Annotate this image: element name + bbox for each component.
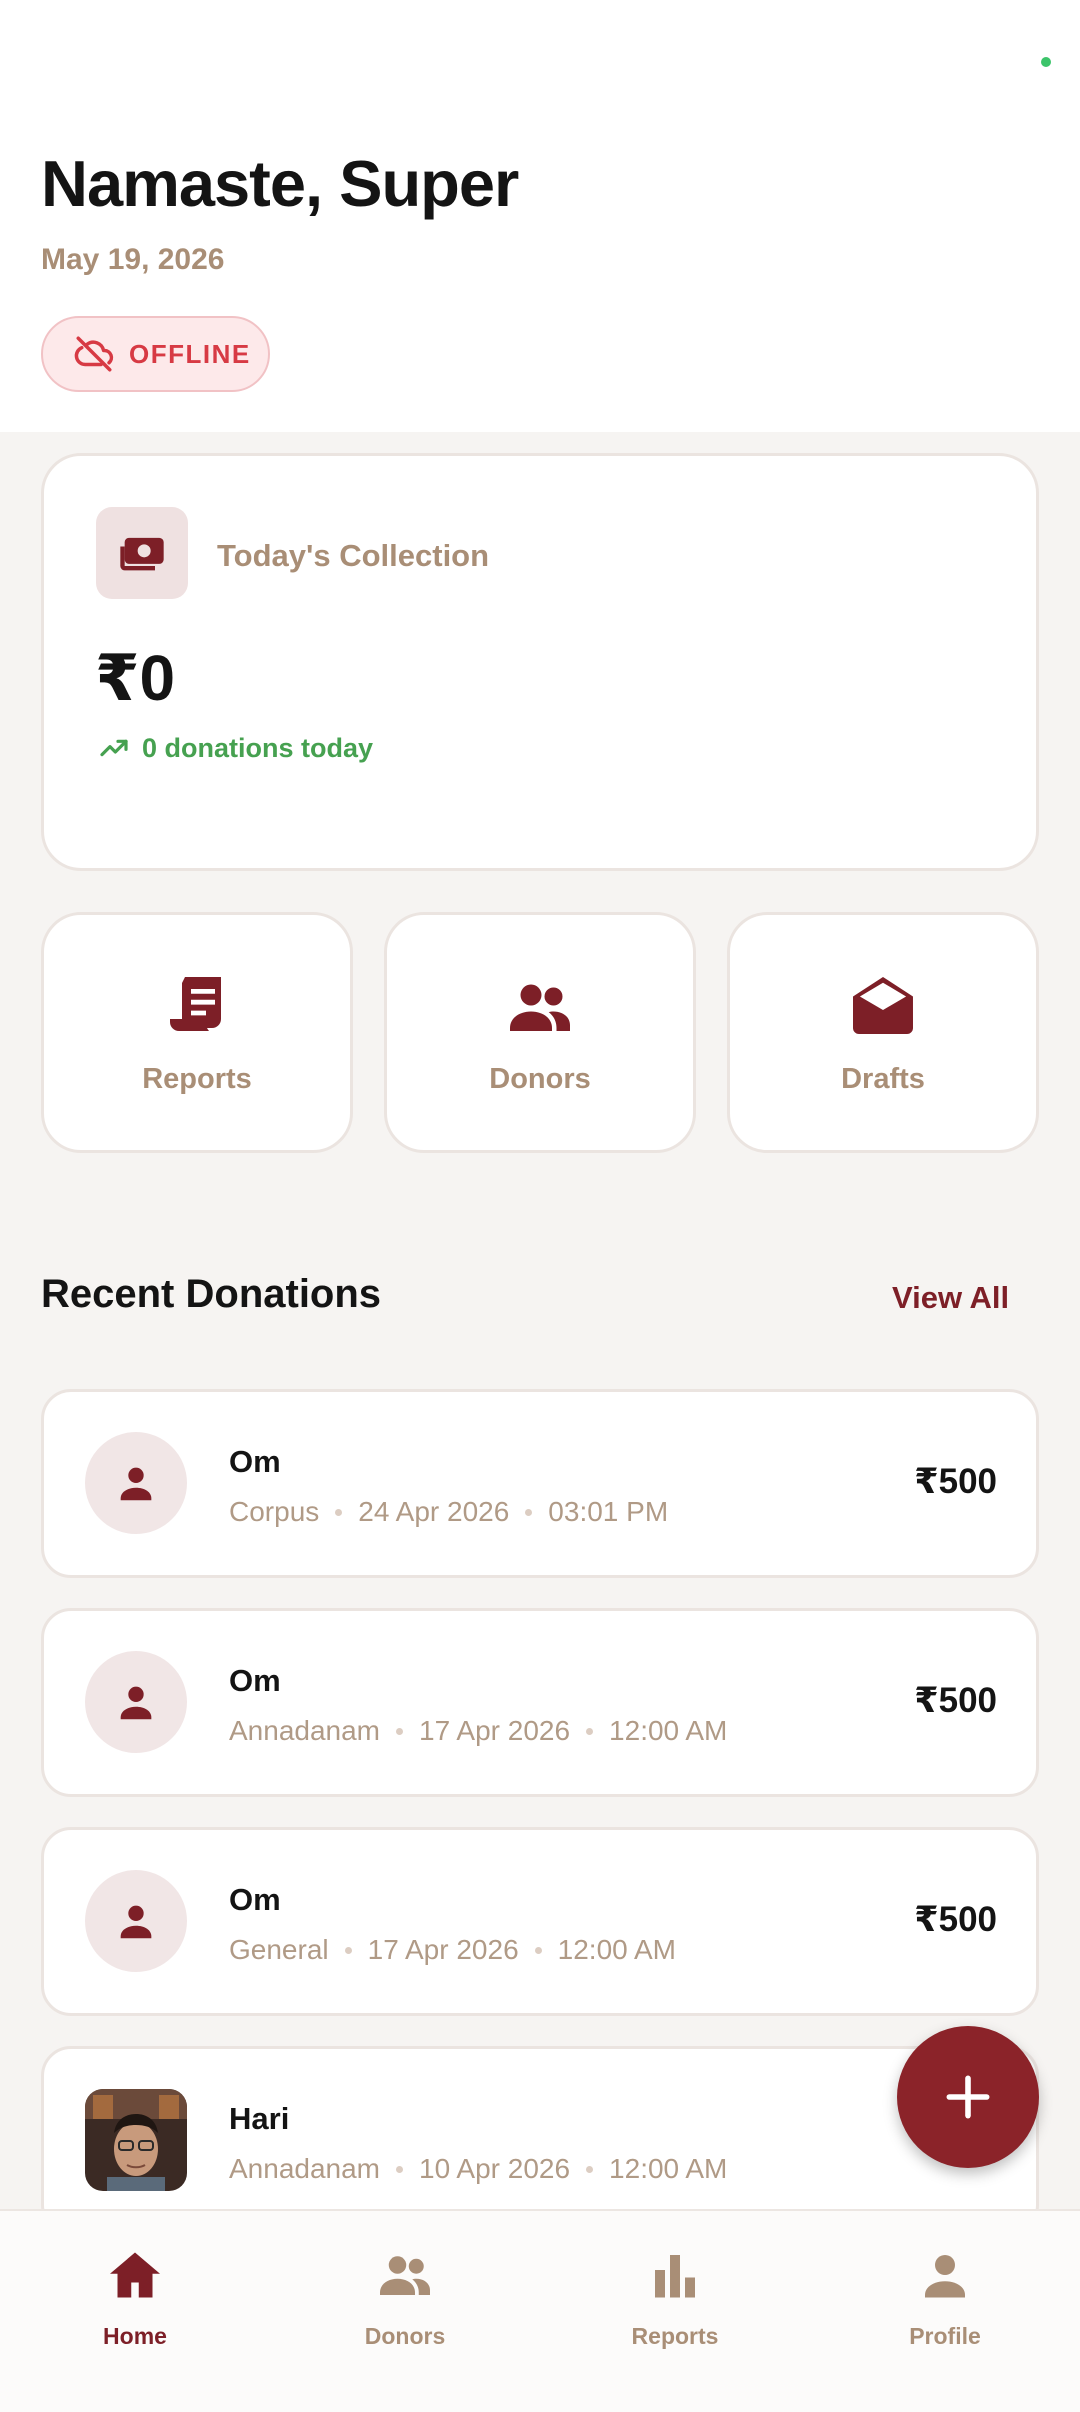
- nav-label-reports: Reports: [631, 2323, 719, 2349]
- drafts-action-label: Drafts: [841, 1063, 925, 1095]
- donor-name: Om: [229, 1444, 281, 1479]
- donation-list-item[interactable]: Om General 17 Apr 2026 12:00 AM ₹500: [41, 1827, 1039, 2016]
- bottom-navigation: Home Donors Reports Profile: [0, 2209, 1080, 2412]
- donation-category: Annadanam: [229, 1715, 381, 1746]
- donors-action-label: Donors: [489, 1063, 591, 1095]
- donation-amount: ₹500: [914, 1681, 997, 1720]
- header: Namaste, Super May 19, 2026 OFFLINE: [0, 0, 1080, 432]
- drafts-action-button[interactable]: Drafts: [727, 912, 1039, 1153]
- donation-category: Annadanam: [229, 2153, 381, 2184]
- donation-meta: General 17 Apr 2026 12:00 AM: [229, 1934, 676, 1966]
- home-icon: [110, 2252, 160, 2298]
- separator-dot: [396, 1727, 404, 1735]
- avatar: [85, 1651, 187, 1753]
- donations-today-row: 0 donations today: [98, 732, 373, 764]
- trending-up-icon: [100, 739, 128, 757]
- donation-list-item[interactable]: Om Corpus 24 Apr 2026 03:01 PM ₹500: [41, 1389, 1039, 1578]
- offline-status-badge[interactable]: OFFLINE: [41, 316, 270, 392]
- donation-category: Corpus: [229, 1496, 320, 1527]
- donation-date: 17 Apr 2026: [419, 1715, 571, 1746]
- donor-name: Hari: [229, 2101, 290, 2136]
- nav-label-donors: Donors: [364, 2323, 446, 2349]
- people-icon: [510, 984, 570, 1031]
- nav-label-home: Home: [103, 2323, 167, 2349]
- greeting-title: Namaste, Super: [41, 147, 519, 220]
- drafts-icon: [853, 977, 913, 1034]
- donation-category: General: [229, 1934, 329, 1965]
- separator-dot: [534, 1946, 542, 1954]
- donation-list-item[interactable]: Om Annadanam 17 Apr 2026 12:00 AM ₹500: [41, 1608, 1039, 1797]
- add-icon: [946, 2075, 990, 2119]
- donation-date: 24 Apr 2026: [358, 1496, 510, 1527]
- payments-icon-box: [96, 507, 188, 599]
- reports-action-button[interactable]: Reports: [41, 912, 353, 1153]
- nav-item-home[interactable]: Home: [0, 2211, 270, 2412]
- nav-item-donors[interactable]: Donors: [270, 2211, 540, 2412]
- donation-meta: Annadanam 10 Apr 2026 12:00 AM: [229, 2153, 727, 2185]
- donation-time: 12:00 AM: [609, 1715, 728, 1746]
- separator-dot: [586, 2165, 594, 2173]
- nav-item-reports[interactable]: Reports: [540, 2211, 810, 2412]
- current-date: May 19, 2026: [41, 243, 225, 276]
- separator-dot: [586, 1727, 594, 1735]
- donation-time: 03:01 PM: [548, 1496, 669, 1527]
- donations-today-text: 0 donations today: [142, 732, 374, 763]
- donation-time: 12:00 AM: [557, 1934, 676, 1965]
- add-donation-button[interactable]: [897, 2026, 1039, 2168]
- home-screen: Namaste, Super May 19, 2026 OFFLINE Toda…: [0, 0, 1080, 2412]
- separator-dot: [344, 1946, 352, 1954]
- person-icon: [120, 1686, 152, 1720]
- bar-chart-icon: [655, 2255, 695, 2298]
- person-icon: [925, 2255, 965, 2298]
- donation-meta: Annadanam 17 Apr 2026 12:00 AM: [229, 1715, 727, 1747]
- donation-date: 10 Apr 2026: [419, 2153, 571, 2184]
- donation-meta: Corpus 24 Apr 2026 03:01 PM: [229, 1496, 668, 1528]
- people-icon: [380, 2256, 430, 2295]
- donor-photo-image: [85, 2089, 187, 2191]
- donor-name: Om: [229, 1882, 281, 1917]
- donation-time: 12:00 AM: [609, 2153, 728, 2184]
- separator-dot: [396, 2165, 404, 2173]
- view-all-link[interactable]: View All: [892, 1280, 1009, 1316]
- recent-donations-title: Recent Donations: [41, 1272, 382, 1316]
- collection-title: Today's Collection: [217, 538, 490, 573]
- payments-icon: [120, 537, 164, 571]
- donation-amount: ₹500: [914, 1900, 997, 1939]
- reports-action-label: Reports: [142, 1063, 252, 1095]
- person-icon: [120, 1467, 152, 1501]
- donor-name: Om: [229, 1663, 281, 1698]
- separator-dot: [335, 1508, 343, 1516]
- nav-label-profile: Profile: [909, 2323, 981, 2349]
- donation-amount: ₹500: [914, 1462, 997, 1501]
- receipt-icon: [170, 977, 221, 1031]
- cloud-off-icon: [74, 336, 114, 372]
- avatar: [85, 1870, 187, 1972]
- separator-dot: [525, 1508, 533, 1516]
- donation-date: 17 Apr 2026: [367, 1934, 519, 1965]
- donors-action-button[interactable]: Donors: [384, 912, 696, 1153]
- nav-item-profile[interactable]: Profile: [810, 2211, 1080, 2412]
- avatar: [85, 1432, 187, 1534]
- online-indicator-dot: [1041, 57, 1051, 67]
- todays-collection-card[interactable]: Today's Collection ₹0 0 donations today: [41, 453, 1039, 871]
- donor-photo: [85, 2089, 187, 2191]
- donation-list-item[interactable]: Hari Annadanam 10 Apr 2026 12:00 AM: [41, 2046, 1039, 2235]
- offline-status-label: OFFLINE: [129, 338, 251, 369]
- collection-amount: ₹0: [95, 642, 176, 714]
- person-icon: [120, 1905, 152, 1939]
